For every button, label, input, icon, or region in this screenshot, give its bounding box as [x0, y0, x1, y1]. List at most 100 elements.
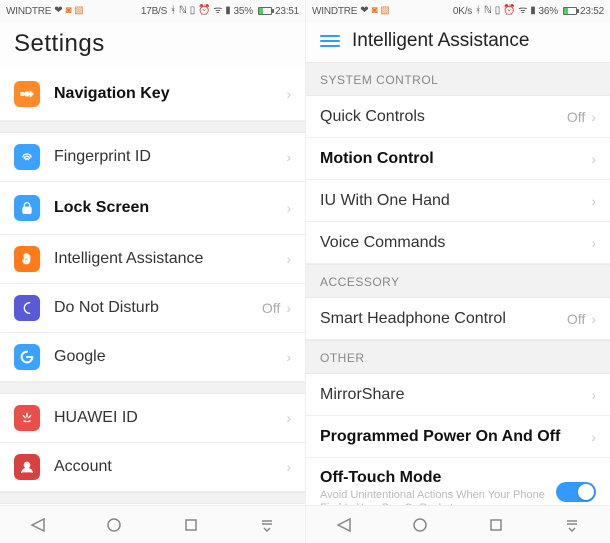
chevron-right-icon: › — [591, 152, 596, 166]
section-gap — [0, 121, 305, 133]
nav-bar — [0, 505, 305, 543]
account-icon — [14, 454, 40, 480]
fingerprint-icon — [14, 144, 40, 170]
chevron-right-icon: › — [286, 301, 291, 315]
item-label: Quick Controls — [320, 108, 567, 126]
toggle-switch[interactable] — [556, 482, 596, 502]
chevron-right-icon: › — [591, 194, 596, 208]
battery-pct: 36% — [539, 6, 558, 17]
data-rate: 17B/S — [141, 6, 167, 17]
section-gap — [0, 492, 305, 504]
chevron-right-icon: › — [286, 150, 291, 164]
nav-back[interactable] — [324, 513, 364, 537]
item-label: Intelligent Assistance — [54, 250, 286, 268]
nav-drawer[interactable] — [247, 513, 287, 537]
nav-back[interactable] — [18, 513, 58, 537]
settings-list[interactable]: Navigation Key›Fingerprint ID›Lock Scree… — [0, 68, 305, 505]
nav-recent[interactable] — [171, 513, 211, 537]
wifi-icon: ᯤ — [518, 6, 527, 16]
chevron-right-icon: › — [286, 201, 291, 215]
alarm-icon: ⏰ — [198, 6, 210, 16]
vibrate-icon: ▯ — [190, 6, 195, 16]
settings-item-google[interactable]: Google› — [0, 333, 305, 382]
carrier-label: WINDTRE — [312, 6, 357, 17]
assist-item-iu-with-one-hand[interactable]: IU With One Hand› — [306, 180, 610, 222]
item-label: Lock Screen — [54, 199, 286, 217]
assist-item-off-touch-mode[interactable]: Off-Touch Mode Avoid Unintentional Action… — [306, 458, 610, 505]
page-title-text: Settings — [14, 30, 105, 58]
nfc-icon: ℕ — [484, 6, 492, 16]
item-label: Google — [54, 348, 286, 366]
heart-icon: ❤ — [360, 6, 368, 16]
assist-item-smart-headphone-control[interactable]: Smart Headphone ControlOff› — [306, 298, 610, 340]
settings-item-intelligent-assistance[interactable]: Intelligent Assistance› — [0, 235, 305, 284]
chevron-right-icon: › — [286, 411, 291, 425]
app-icon: ◙ — [371, 6, 377, 16]
battery-pct: 35% — [234, 6, 253, 17]
chevron-right-icon: › — [591, 110, 596, 124]
section-header: ACCESSORY — [306, 264, 610, 298]
clock: 23:51 — [275, 6, 299, 17]
item-subtitle: Avoid Unintentional Actions When Your Ph… — [320, 489, 556, 505]
chevron-right-icon: › — [591, 236, 596, 250]
chevron-right-icon: › — [286, 460, 291, 474]
lock-icon — [14, 195, 40, 221]
item-label: Account — [54, 458, 286, 476]
vibrate-icon: ▯ — [495, 6, 500, 16]
heart-icon: ❤ — [54, 6, 62, 16]
wifi-icon: ᯤ — [213, 6, 222, 16]
assist-item-mirrorshare[interactable]: MirrorShare› — [306, 374, 610, 416]
assist-item-programmed-power-on-and-off[interactable]: Programmed Power On And Off› — [306, 416, 610, 458]
assist-item-quick-controls[interactable]: Quick ControlsOff › — [306, 96, 610, 138]
chevron-right-icon: › — [286, 87, 291, 101]
nav-bar — [306, 505, 610, 543]
nav-recent[interactable] — [476, 513, 516, 537]
item-label: MirrorShare — [320, 386, 591, 404]
item-value: Off — [262, 300, 280, 316]
item-value: Off — [567, 311, 585, 327]
huawei-icon — [14, 405, 40, 431]
settings-item-account[interactable]: Account› — [0, 443, 305, 492]
signal-icon: ▮ — [530, 6, 535, 16]
nav-key-icon — [14, 81, 40, 107]
item-label: Fingerprint ID — [54, 148, 286, 166]
assist-item-voice-commands[interactable]: Voice Commands› — [306, 222, 610, 264]
item-label: Programmed Power On And Off — [320, 428, 591, 446]
assistance-list[interactable]: SYSTEM CONTROLQuick ControlsOff›Motion C… — [306, 62, 610, 505]
settings-item-app[interactable]: App› — [0, 504, 305, 505]
battery-icon — [258, 7, 272, 15]
app-icon-2: ▧ — [380, 6, 389, 16]
chevron-right-icon: › — [591, 388, 596, 402]
chevron-right-icon: › — [591, 430, 596, 444]
menu-icon[interactable] — [320, 35, 340, 47]
settings-item-do-not-disturb[interactable]: Do Not DisturbOff› — [0, 284, 305, 333]
nav-home[interactable] — [400, 513, 440, 537]
bluetooth-icon: ᚼ — [475, 6, 481, 16]
moon-icon — [14, 295, 40, 321]
nav-home[interactable] — [94, 513, 134, 537]
status-bar: WINDTRE ❤ ◙ ▧ 17B/S ᚼ ℕ ▯ ⏰ ᯤ ▮ 35% 23:5… — [0, 0, 305, 22]
page-title-text: Intelligent Assistance — [352, 30, 529, 52]
settings-item-lock-screen[interactable]: Lock Screen› — [0, 182, 305, 235]
section-header: SYSTEM CONTROL — [306, 62, 610, 96]
bluetooth-icon: ᚼ — [170, 6, 176, 16]
nfc-icon: ℕ — [179, 6, 187, 16]
nav-drawer[interactable] — [552, 513, 592, 537]
section-header: OTHER — [306, 340, 610, 374]
settings-pane: WINDTRE ❤ ◙ ▧ 17B/S ᚼ ℕ ▯ ⏰ ᯤ ▮ 35% 23:5… — [0, 0, 305, 543]
assistance-pane: WINDTRE ❤ ◙ ▧ 0K/s ᚼ ℕ ▯ ⏰ ᯤ ▮ 36% 23:52… — [305, 0, 610, 543]
item-label: IU With One Hand — [320, 192, 591, 210]
item-value: Off — [567, 109, 585, 125]
assist-item-motion-control[interactable]: Motion Control› — [306, 138, 610, 180]
hand-icon — [14, 246, 40, 272]
page-title: Settings — [0, 22, 305, 68]
signal-icon: ▮ — [225, 6, 230, 16]
settings-item-fingerprint-id[interactable]: Fingerprint ID› — [0, 133, 305, 182]
settings-item-huawei-id[interactable]: HUAWEI ID› — [0, 394, 305, 443]
item-label: Off-Touch Mode — [320, 469, 556, 487]
alarm-icon: ⏰ — [503, 6, 515, 16]
data-rate: 0K/s — [453, 6, 472, 17]
item-label: HUAWEI ID — [54, 409, 286, 427]
google-icon — [14, 344, 40, 370]
settings-item-navigation-key[interactable]: Navigation Key› — [0, 68, 305, 121]
